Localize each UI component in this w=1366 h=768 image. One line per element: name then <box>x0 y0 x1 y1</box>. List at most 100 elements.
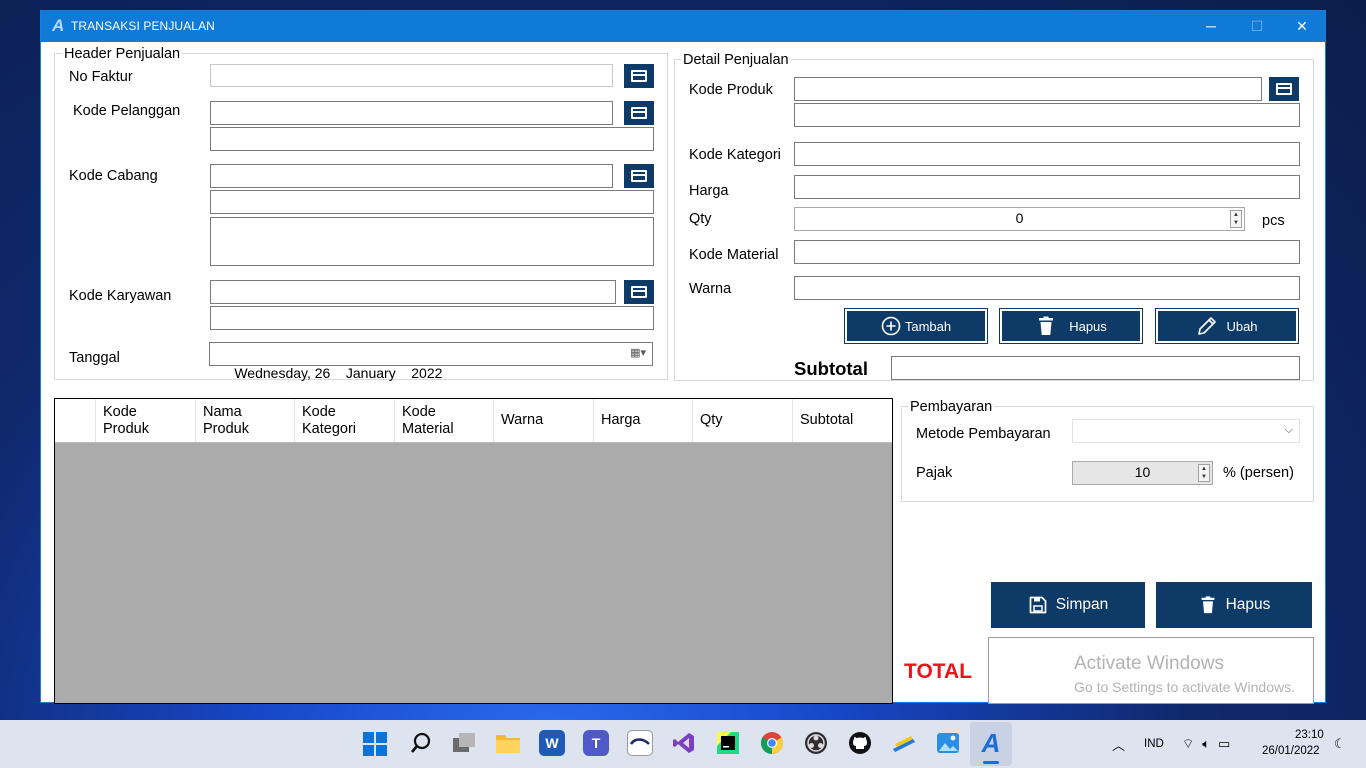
battery-icon: ▭ <box>1218 736 1231 751</box>
window-icon <box>631 286 647 298</box>
github-icon[interactable] <box>847 730 873 756</box>
browse-karyawan-button[interactable] <box>624 280 654 304</box>
window-icon <box>631 107 647 119</box>
window-title: TRANSAKSI PENJUALAN <box>71 19 215 33</box>
window-icon <box>631 170 647 182</box>
kode-produk-label: Kode Produk <box>689 82 773 98</box>
maximize-button[interactable]: ☐ <box>1234 11 1280 42</box>
nama-karyawan-field[interactable] <box>210 306 654 330</box>
kode-kategori-field[interactable] <box>794 142 1300 166</box>
detail-data-grid[interactable]: Kode Produk Nama Produk Kode Kategori Ko… <box>54 398 893 704</box>
subtotal-label: Subtotal <box>794 358 868 379</box>
warna-label: Warna <box>689 281 732 297</box>
browse-produk-button[interactable] <box>1269 77 1299 101</box>
powerbi-icon[interactable] <box>891 730 917 756</box>
obs-icon[interactable] <box>803 730 829 756</box>
active-app-icon[interactable]: A <box>978 728 1004 758</box>
activate-windows-title: Activate Windows <box>1074 653 1224 674</box>
browse-cabang-button[interactable] <box>624 164 654 188</box>
language-indicator[interactable]: IND <box>1144 738 1164 750</box>
col-warna[interactable]: Warna <box>493 399 594 442</box>
trash-icon <box>1201 596 1214 614</box>
window-icon <box>1276 83 1292 95</box>
close-button[interactable]: ✕ <box>1279 11 1325 42</box>
file-explorer-icon[interactable] <box>495 730 521 756</box>
qty-spin-arrows[interactable]: ▲ ▼ <box>1230 210 1242 228</box>
simpan-label: Simpan <box>1055 596 1109 613</box>
tanggal-datepicker[interactable]: Wednesday, 26 January 2022 ▦▾ <box>209 342 653 381</box>
total-field: Activate Windows Go to Settings to activ… <box>988 637 1314 704</box>
harga-field[interactable] <box>794 175 1300 199</box>
volume-icon: 🔈︎ <box>1202 736 1211 751</box>
hapus-transaksi-button[interactable]: Hapus <box>1156 582 1312 628</box>
browse-pelanggan-button[interactable] <box>624 101 654 125</box>
metode-pembayaran-label: Metode Pembayaran <box>916 426 1051 442</box>
grid-row-header-corner <box>55 399 95 442</box>
app-logo-taskbar-icon[interactable] <box>627 730 653 756</box>
active-indicator <box>983 761 999 764</box>
hapus-detail-label: Hapus <box>1069 318 1107 334</box>
app-window: A TRANSAKSI PENJUALAN ─ ☐ ✕ Header Penju… <box>40 10 1326 704</box>
minimize-button[interactable]: ─ <box>1188 11 1234 42</box>
col-nama-produk[interactable]: Nama Produk <box>195 399 295 442</box>
clock-date[interactable]: 26/01/2022 <box>1262 745 1320 757</box>
metode-pembayaran-select[interactable]: ⌵ <box>1072 419 1300 443</box>
alamat-cabang-field[interactable] <box>210 217 654 266</box>
kode-pelanggan-label: Kode Pelanggan <box>73 103 181 119</box>
pajak-label: Pajak <box>916 465 953 481</box>
pajak-stepper[interactable]: 10 ▲ ▼ <box>1072 461 1213 485</box>
qty-stepper[interactable]: 0 ▲ ▼ <box>794 207 1245 231</box>
kode-material-label: Kode Material <box>689 247 779 263</box>
no-faktur-input[interactable] <box>210 64 613 87</box>
col-qty[interactable]: Qty <box>692 399 793 442</box>
kode-produk-input[interactable] <box>794 77 1262 101</box>
grid-header: Kode Produk Nama Produk Kode Kategori Ko… <box>55 399 892 443</box>
task-view-icon[interactable] <box>451 730 477 756</box>
form-client-area: Header Penjualan No Faktur Kode Pelangga… <box>41 42 1325 704</box>
chrome-icon[interactable] <box>759 730 785 756</box>
warna-field[interactable] <box>794 276 1300 300</box>
subtotal-field[interactable] <box>891 356 1300 380</box>
detail-group-title: Detail Penjualan <box>681 52 791 68</box>
harga-label: Harga <box>689 183 729 199</box>
notifications-icon[interactable]: ☾ <box>1334 736 1346 752</box>
kode-pelanggan-input[interactable] <box>210 101 613 125</box>
ubah-button[interactable]: Ubah <box>1155 308 1299 344</box>
pajak-spin-arrows[interactable]: ▲ ▼ <box>1198 464 1210 482</box>
pencil-icon <box>1198 317 1217 335</box>
nama-cabang-field[interactable] <box>210 190 654 214</box>
ubah-label: Ubah <box>1226 318 1258 334</box>
visual-studio-icon[interactable] <box>671 730 697 756</box>
tray-chevron-up-icon[interactable]: ︿ <box>1112 735 1125 754</box>
qty-label: Qty <box>689 211 712 227</box>
kode-karyawan-label: Kode Karyawan <box>69 288 172 304</box>
photos-icon[interactable] <box>935 730 961 756</box>
col-harga[interactable]: Harga <box>593 399 693 442</box>
pycharm-icon[interactable] <box>715 730 741 756</box>
col-kode-material[interactable]: Kode Material <box>394 399 494 442</box>
title-bar: A TRANSAKSI PENJUALAN ─ ☐ ✕ <box>41 11 1325 42</box>
save-icon <box>1029 596 1047 614</box>
word-icon[interactable]: W <box>539 730 565 756</box>
nama-produk-field[interactable] <box>794 103 1300 127</box>
nama-pelanggan-field[interactable] <box>210 127 654 151</box>
kode-material-field[interactable] <box>794 240 1300 264</box>
browse-faktur-button[interactable] <box>624 64 654 88</box>
col-kode-produk[interactable]: Kode Produk <box>95 399 196 442</box>
activate-windows-subtitle: Go to Settings to activate Windows. <box>1074 679 1295 695</box>
teams-icon[interactable]: T <box>583 730 609 756</box>
kode-cabang-input[interactable] <box>210 164 613 188</box>
col-subtotal[interactable]: Subtotal <box>792 399 892 442</box>
calendar-dropdown-icon[interactable]: ▦▾ <box>630 343 646 363</box>
clock-time[interactable]: 23:10 <box>1295 729 1324 741</box>
start-windows-icon[interactable] <box>363 732 387 756</box>
hapus-detail-button[interactable]: Hapus <box>999 308 1143 344</box>
tambah-button[interactable]: Tambah <box>844 308 988 344</box>
app-logo-icon: A <box>52 16 65 35</box>
kode-karyawan-input[interactable] <box>210 280 616 304</box>
simpan-button[interactable]: Simpan <box>991 582 1145 628</box>
tray-system-icons[interactable]: ⌔ 🔈︎ ▭ <box>1182 736 1248 752</box>
taskbar: W T A ︿ IND ⌔ 🔈︎ ▭ 23:10 26/01/2022 ☾ <box>0 720 1366 768</box>
col-kode-kategori[interactable]: Kode Kategori <box>294 399 395 442</box>
search-icon[interactable] <box>408 730 434 756</box>
